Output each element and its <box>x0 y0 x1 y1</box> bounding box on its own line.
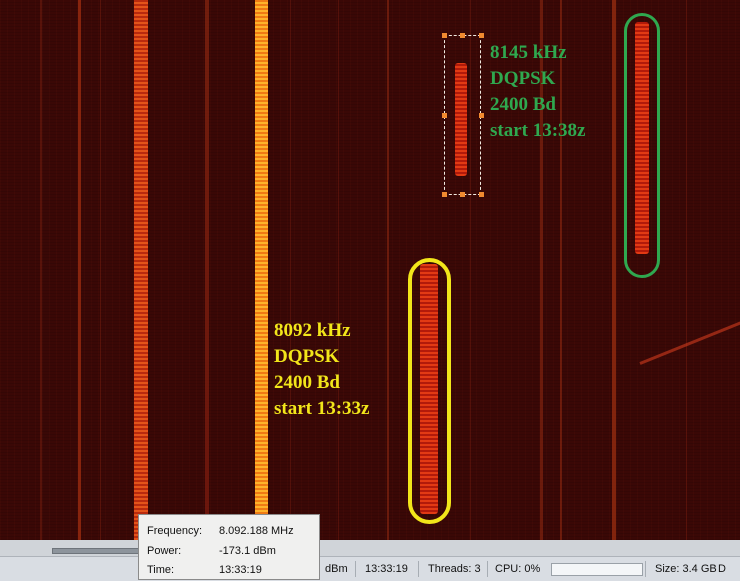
green-frequency: 8145 kHz <box>490 42 567 63</box>
cpu-usage: CPU: 0% <box>495 563 541 575</box>
yellow-annotation: 8092 kHz DQPSK 2400 Bd start 13:33z <box>274 318 370 422</box>
carrier-trace <box>290 0 291 540</box>
drive-letter: D <box>718 563 726 575</box>
file-size: Size: 3.4 GB <box>655 563 717 575</box>
status-time: 13:33:19 <box>365 563 408 575</box>
carrier-trace <box>387 0 389 540</box>
carrier-trace <box>78 0 81 540</box>
selection-handle[interactable] <box>460 33 465 38</box>
tooltip-time-label: Time: <box>147 564 175 576</box>
selection-handle[interactable] <box>460 192 465 197</box>
green-mode: DQPSK <box>490 68 556 89</box>
green-start: start 13:38z <box>490 120 586 141</box>
yellow-frequency: 8092 kHz <box>274 320 351 341</box>
tooltip-power-label: Power: <box>147 545 182 557</box>
selection-handle[interactable] <box>442 33 447 38</box>
cursor-tooltip: Frequency: 8.092.188 MHz Power: -173.1 d… <box>138 514 320 580</box>
carrier-trace <box>40 0 42 540</box>
carrier-trace <box>686 0 687 540</box>
waterfall-display[interactable]: 8145 kHz DQPSK 2400 Bd start 13:38z 8092… <box>0 0 740 540</box>
sweep-trace <box>639 320 740 365</box>
threads-count: Threads: 3 <box>428 563 481 575</box>
carrier-trace <box>100 0 101 540</box>
yellow-highlight-ellipse <box>408 258 451 524</box>
selection-handle[interactable] <box>479 113 484 118</box>
tooltip-time-value: 13:33:19 <box>219 564 262 576</box>
yellow-rate: 2400 Bd <box>274 372 340 393</box>
tooltip-frequency-value: 8.092.188 MHz <box>219 525 294 537</box>
green-rate: 2400 Bd <box>490 94 556 115</box>
strong-carrier-trace <box>134 0 148 540</box>
cpu-progress-bar <box>551 563 643 576</box>
separator <box>418 561 419 577</box>
separator <box>355 561 356 577</box>
selection-handle[interactable] <box>479 33 484 38</box>
separator <box>487 561 488 577</box>
yellow-start: start 13:33z <box>274 398 370 419</box>
green-annotation: 8145 kHz DQPSK 2400 Bd start 13:38z <box>490 40 586 144</box>
selection-handle[interactable] <box>442 192 447 197</box>
carrier-trace <box>338 0 339 540</box>
carrier-trace <box>205 0 209 540</box>
yellow-mode: DQPSK <box>274 346 340 367</box>
selection-rectangle[interactable] <box>444 35 481 195</box>
zoom-slider[interactable] <box>52 548 142 554</box>
selection-handle[interactable] <box>479 192 484 197</box>
selection-handle[interactable] <box>442 113 447 118</box>
green-highlight-ellipse <box>624 13 660 278</box>
power-unit: dBm <box>325 563 348 575</box>
tooltip-power-value: -173.1 dBm <box>219 545 276 557</box>
carrier-trace <box>612 0 616 540</box>
strong-carrier-trace <box>255 0 268 540</box>
tooltip-frequency-label: Frequency: <box>147 525 203 537</box>
separator <box>645 561 646 577</box>
